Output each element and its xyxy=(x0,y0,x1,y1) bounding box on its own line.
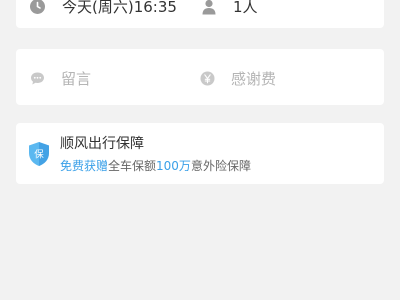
coverage-label: 全车保额 xyxy=(108,159,157,173)
departure-time-text: 今天(周六)16:35 xyxy=(62,0,177,16)
guarantee-description: 免费获赠全车保额100万意外险保障 xyxy=(60,157,251,174)
passenger-count-field[interactable]: 1人 xyxy=(202,0,258,17)
tip-placeholder: 感谢费 xyxy=(231,70,277,88)
extras-card: 留言 感谢费 xyxy=(16,49,384,105)
yen-icon xyxy=(200,71,215,86)
clock-icon xyxy=(30,0,45,14)
free-gift-text: 免费获赠 xyxy=(60,159,109,173)
message-placeholder: 留言 xyxy=(61,70,92,88)
message-field[interactable]: 留言 xyxy=(30,68,91,89)
trip-info-card: 今天(周六)16:35 1人 xyxy=(16,0,384,28)
coverage-amount: 100万 xyxy=(156,159,191,173)
departure-time-field[interactable]: 今天(周六)16:35 xyxy=(30,0,177,17)
shield-icon: 保 xyxy=(28,141,50,167)
passenger-count-text: 1人 xyxy=(233,0,258,16)
guarantee-card[interactable]: 保 顺风出行保障 免费获赠全车保额100万意外险保障 xyxy=(16,123,384,184)
tip-field[interactable]: 感谢费 xyxy=(200,68,276,89)
person-icon xyxy=(202,0,216,15)
shield-label: 保 xyxy=(34,149,44,161)
guarantee-title: 顺风出行保障 xyxy=(60,136,144,152)
insurance-type-text: 意外险保障 xyxy=(190,159,251,173)
speech-bubble-icon xyxy=(30,71,45,86)
